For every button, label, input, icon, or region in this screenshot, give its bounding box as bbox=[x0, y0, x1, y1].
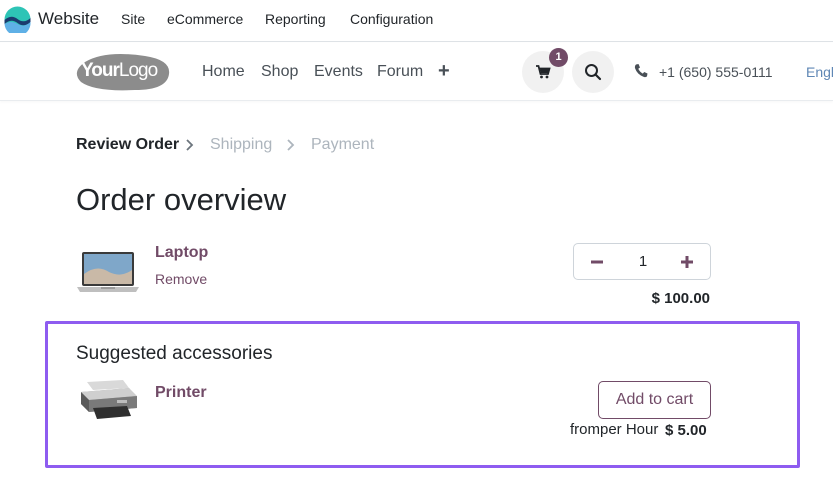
quantity-stepper: 1 bbox=[573, 243, 711, 280]
menu-ecommerce[interactable]: eCommerce bbox=[167, 11, 243, 27]
accessory-product-name[interactable]: Printer bbox=[155, 384, 207, 402]
menu-site[interactable]: Site bbox=[121, 11, 145, 27]
cart-count-badge: 1 bbox=[549, 48, 568, 67]
plus-icon[interactable] bbox=[676, 251, 698, 273]
language-selector[interactable]: Engl bbox=[806, 64, 833, 80]
search-button[interactable] bbox=[572, 51, 614, 93]
nav-events[interactable]: Events bbox=[314, 63, 363, 81]
menu-configuration[interactable]: Configuration bbox=[350, 11, 433, 27]
nav-home[interactable]: Home bbox=[202, 63, 245, 81]
menu-reporting[interactable]: Reporting bbox=[265, 11, 326, 27]
laptop-image[interactable] bbox=[77, 250, 139, 296]
accessory-price: $ 5.00 bbox=[665, 422, 707, 439]
chevron-right-icon bbox=[186, 139, 194, 151]
accessories-title: Suggested accessories bbox=[76, 343, 273, 364]
plus-icon[interactable]: + bbox=[438, 61, 450, 81]
app-logo-icon[interactable] bbox=[4, 6, 31, 33]
price-unit-label: fromper Hour bbox=[570, 421, 659, 438]
add-to-cart-button[interactable]: Add to cart bbox=[598, 381, 711, 419]
phone-number[interactable]: +1 (650) 555-0111 bbox=[659, 64, 773, 80]
printer-image[interactable] bbox=[77, 378, 139, 422]
step-payment: Payment bbox=[311, 136, 375, 153]
app-name[interactable]: Website bbox=[38, 9, 99, 29]
chevron-right-icon bbox=[287, 139, 295, 151]
search-icon bbox=[585, 64, 602, 81]
minus-icon[interactable] bbox=[586, 251, 608, 273]
website-header: YourLogo Home Shop Events Forum + +1 (65… bbox=[0, 43, 833, 101]
phone-icon bbox=[634, 64, 648, 78]
cart-icon bbox=[536, 65, 551, 79]
step-review-order: Review Order bbox=[76, 136, 180, 153]
remove-link[interactable]: Remove bbox=[155, 271, 207, 287]
logo-text: YourLogo bbox=[81, 60, 158, 81]
backend-navbar: Website Site eCommerce Reporting Configu… bbox=[0, 0, 833, 42]
product-name[interactable]: Laptop bbox=[155, 244, 208, 262]
line-price: $ 100.00 bbox=[651, 290, 710, 307]
nav-forum[interactable]: Forum bbox=[377, 63, 423, 81]
nav-shop[interactable]: Shop bbox=[261, 63, 298, 81]
page-title: Order overview bbox=[76, 182, 287, 217]
quantity-input[interactable]: 1 bbox=[618, 253, 668, 270]
step-shipping: Shipping bbox=[210, 136, 273, 153]
